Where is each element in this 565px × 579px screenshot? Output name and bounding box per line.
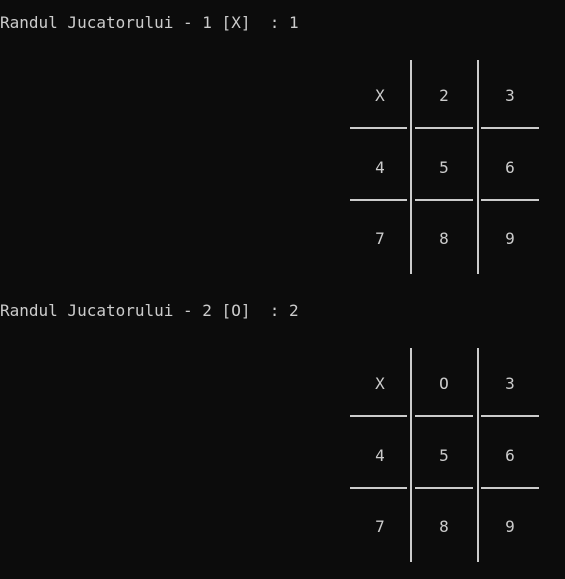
board-cell-2: 2 xyxy=(439,86,449,105)
board-cell-7: 7 xyxy=(375,229,385,248)
board-cell-5: 5 xyxy=(439,158,449,177)
board-cell-4: 4 xyxy=(375,446,385,465)
board-cell-7: 7 xyxy=(375,517,385,536)
board-divider-vertical xyxy=(410,60,412,274)
player-2-turn-prompt: Randul Jucatorului - 2 [O] : 2 xyxy=(0,301,299,320)
board-cell-5: 5 xyxy=(439,446,449,465)
board-divider-vertical xyxy=(477,60,479,274)
board-cell-2: O xyxy=(439,374,449,393)
board-cell-4: 4 xyxy=(375,158,385,177)
player-1-turn-prompt: Randul Jucatorului - 1 [X] : 1 xyxy=(0,13,299,32)
tic-tac-toe-board-1: X 2 3 4 5 6 7 8 9 xyxy=(350,60,540,274)
board-cell-1: X xyxy=(375,86,385,105)
board-cell-9: 9 xyxy=(505,229,515,248)
board-cell-9: 9 xyxy=(505,517,515,536)
board-cell-6: 6 xyxy=(505,158,515,177)
board-divider-vertical xyxy=(477,348,479,562)
tic-tac-toe-board-2: X O 3 4 5 6 7 8 9 xyxy=(350,348,540,562)
board-cell-8: 8 xyxy=(439,229,449,248)
board-cell-6: 6 xyxy=(505,446,515,465)
console-window[interactable]: Randul Jucatorului - 1 [X] : 1 X 2 3 4 5… xyxy=(0,0,565,579)
board-cell-8: 8 xyxy=(439,517,449,536)
board-cell-3: 3 xyxy=(505,374,515,393)
board-divider-vertical xyxy=(410,348,412,562)
board-cell-3: 3 xyxy=(505,86,515,105)
board-cell-1: X xyxy=(375,374,385,393)
